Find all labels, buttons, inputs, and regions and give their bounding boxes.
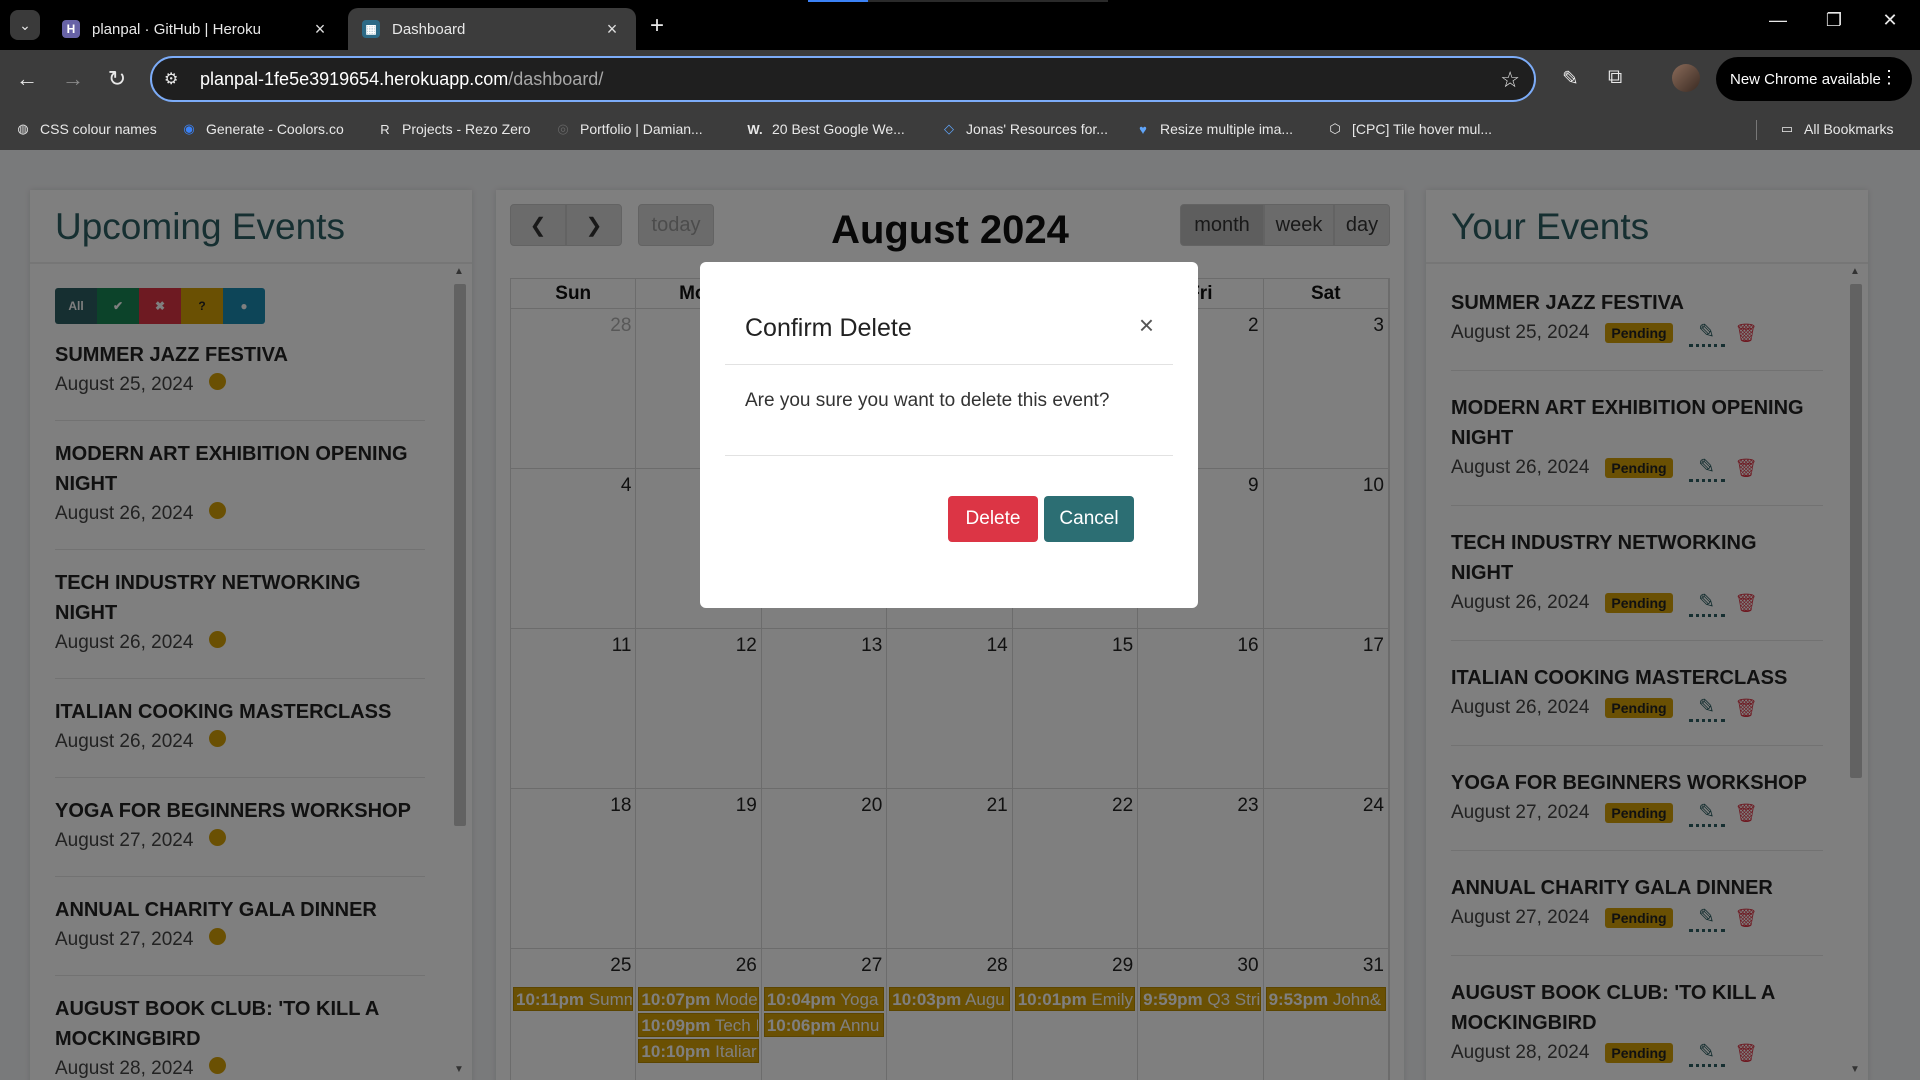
close-icon[interactable]: ×: [602, 19, 622, 40]
url-path: /dashboard/: [508, 68, 604, 89]
tab-strip: ⌄ H planpal · GitHub | Heroku × ▦ Dashbo…: [0, 0, 1920, 50]
tab-planpal-heroku[interactable]: H planpal · GitHub | Heroku ×: [48, 8, 344, 50]
back-button[interactable]: ←: [12, 64, 42, 94]
bookmarks-bar: ◍ CSS colour names ◉ Generate - Coolors.co…: [0, 108, 1920, 150]
modal-message: Are you sure you want to delete this eve…: [745, 390, 1110, 411]
w-icon: W.: [747, 121, 763, 137]
cancel-button[interactable]: Cancel: [1044, 496, 1134, 542]
all-bookmarks-button[interactable]: ▭ All Bookmarks: [1778, 108, 1894, 150]
divider: [725, 364, 1173, 365]
close-window-button[interactable]: ✕: [1870, 10, 1910, 31]
minimize-button[interactable]: —: [1758, 10, 1798, 31]
more-menu-icon[interactable]: ⋮: [1880, 67, 1898, 88]
heroku-icon: H: [62, 20, 80, 38]
bookmark-label: All Bookmarks: [1804, 121, 1894, 137]
bookmark-label: 20 Best Google We...: [772, 121, 905, 137]
url-host: planpal-1fe5e3919654.herokuapp.com: [200, 68, 509, 89]
site-info-icon[interactable]: ⚙: [164, 69, 200, 89]
tab-dashboard[interactable]: ▦ Dashboard ×: [348, 8, 636, 50]
bookmark-label: Projects - Rezo Zero: [402, 121, 531, 137]
bookmark-label: Portfolio | Damian...: [580, 121, 703, 137]
extensions-icon[interactable]: ⧉: [1608, 66, 1622, 89]
bookmark-star-icon[interactable]: ☆: [1500, 67, 1520, 93]
tab-title: Dashboard: [392, 20, 466, 38]
eyedropper-icon[interactable]: ✎: [1562, 66, 1579, 91]
bookmark-jonas-resources[interactable]: ◇ Jonas' Resources for...: [940, 108, 1108, 150]
dashboard-icon: ▦: [362, 20, 380, 38]
bookmark-google-web-fonts[interactable]: W. 20 Best Google We...: [746, 108, 905, 150]
forward-button[interactable]: →: [58, 64, 88, 94]
coolors-icon: ◉: [183, 121, 195, 136]
globe-icon: ◍: [17, 121, 29, 136]
dashboard-page: Upcoming Events All ✔ ✖ ? ● SUMMER JAZZ …: [0, 150, 1920, 1080]
new-tab-button[interactable]: +: [650, 12, 664, 40]
delete-button[interactable]: Delete: [948, 496, 1038, 542]
close-icon[interactable]: ×: [1139, 310, 1154, 341]
bookmark-portfolio-damian[interactable]: ◎ Portfolio | Damian...: [554, 108, 703, 150]
address-bar[interactable]: ⚙ planpal-1fe5e3919654.herokuapp.com/das…: [150, 56, 1536, 102]
browser-toolbar: ← → ↻ ⚙ planpal-1fe5e3919654.herokuapp.c…: [0, 50, 1920, 108]
bookmark-label: Resize multiple ima...: [1160, 121, 1294, 137]
portfolio-icon: ◎: [557, 121, 569, 136]
loading-indicator: [808, 0, 1108, 2]
rezo-zero-icon: R: [380, 121, 390, 137]
bookmark-label: Jonas' Resources for...: [966, 121, 1108, 137]
bookmarks-separator: [1756, 120, 1757, 140]
bookmark-coolors[interactable]: ◉ Generate - Coolors.co: [180, 108, 344, 150]
modal-title: Confirm Delete: [745, 314, 912, 342]
codepen-icon: ⬡: [1329, 121, 1341, 136]
close-icon[interactable]: ×: [310, 19, 330, 40]
bookmark-rezo-zero[interactable]: R Projects - Rezo Zero: [376, 108, 530, 150]
confirm-delete-modal: Confirm Delete × Are you sure you want t…: [700, 262, 1198, 608]
bookmark-label: Generate - Coolors.co: [206, 121, 344, 137]
profile-avatar[interactable]: [1672, 64, 1700, 92]
diamond-icon: ◇: [944, 121, 954, 136]
bookmark-css-colour-names[interactable]: ◍ CSS colour names: [14, 108, 157, 150]
bookmark-label: CSS colour names: [40, 121, 157, 137]
new-chrome-available-button[interactable]: New Chrome available ⋮: [1716, 57, 1912, 101]
tab-title: planpal · GitHub | Heroku: [92, 20, 261, 38]
tab-search-button[interactable]: ⌄: [10, 10, 40, 40]
bookmark-label: [CPC] Tile hover mul...: [1352, 121, 1493, 137]
bookmark-resize-images[interactable]: ♥ Resize multiple ima...: [1134, 108, 1293, 150]
divider: [725, 455, 1173, 456]
folder-icon: ▭: [1780, 121, 1794, 136]
heart-icon: ♥: [1139, 121, 1147, 137]
restore-button[interactable]: ❐: [1814, 10, 1854, 31]
reload-button[interactable]: ↻: [102, 64, 132, 94]
bookmark-cpc-tile-hover[interactable]: ⬡ [CPC] Tile hover mul...: [1326, 108, 1492, 150]
new-chrome-label: New Chrome available: [1730, 70, 1881, 88]
